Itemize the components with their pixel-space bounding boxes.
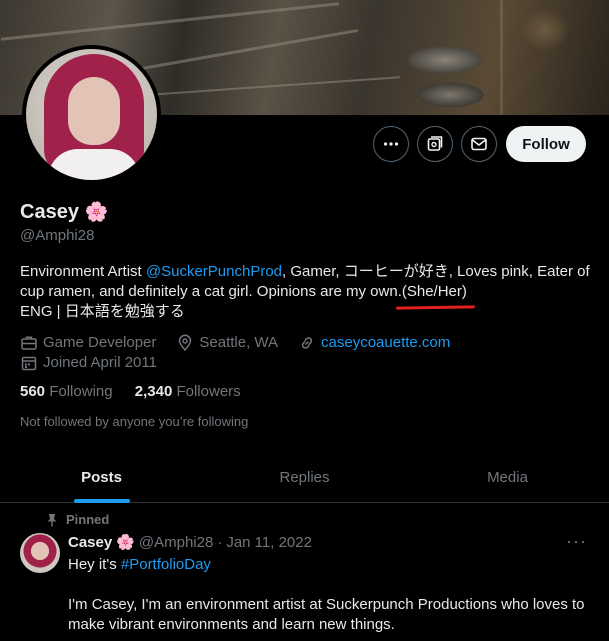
followed-by-note: Not followed by anyone you’re following	[20, 414, 249, 429]
location-pin-icon	[179, 334, 192, 352]
join-date: Joined April 2011	[20, 353, 157, 373]
tweet-line-1: Hey it's	[68, 556, 121, 573]
subscribe-button[interactable]	[417, 126, 453, 162]
separator: ·	[217, 533, 223, 551]
pronouns: (She/Her)	[395, 282, 475, 310]
following-label: Following	[49, 383, 113, 400]
briefcase-icon	[21, 336, 37, 350]
cherry-blossom-emoji: 🌸	[84, 202, 109, 223]
followers-link[interactable]: 2,340 Followers	[135, 383, 241, 400]
profile-handle: @Amphi28	[20, 227, 95, 244]
profile-bio: Environment Artist @SuckerPunchProd, Gam…	[20, 262, 595, 322]
display-name: Casey	[20, 201, 79, 223]
follow-button[interactable]: Follow	[506, 126, 586, 162]
tab-media-label: Media	[487, 468, 528, 486]
location: Seattle, WA	[176, 333, 278, 353]
tweet-more-icon[interactable]: ···	[566, 531, 587, 552]
more-options-button[interactable]	[373, 126, 409, 162]
hashtag-link[interactable]: #PortfolioDay	[121, 556, 211, 573]
tab-replies[interactable]: Replies	[203, 452, 406, 502]
tab-media[interactable]: Media	[406, 452, 609, 502]
pronouns-text: (She/Her)	[401, 283, 467, 300]
following-link[interactable]: 560 Following	[20, 383, 113, 400]
category: Game Developer	[20, 333, 156, 353]
tweet-avatar[interactable]	[20, 533, 60, 573]
website-link[interactable]: caseycoauette.com	[321, 333, 450, 353]
tweet-body: I'm Casey, I'm an environment artist at …	[68, 596, 585, 633]
tab-replies-label: Replies	[279, 468, 330, 486]
tweet-author-handle[interactable]: @Amphi28	[139, 534, 213, 551]
joined-text: Joined April 2011	[43, 354, 157, 371]
tab-posts-label: Posts	[81, 468, 122, 486]
tab-posts[interactable]: Posts	[0, 452, 203, 503]
followers-count: 2,340	[134, 383, 173, 400]
follow-counts: 560 Following 2,340 Followers	[20, 383, 259, 400]
followers-label: Followers	[176, 383, 241, 400]
cherry-blossom-emoji: 🌸	[116, 534, 135, 551]
pinned-label: Pinned	[66, 512, 110, 527]
location-text: Seattle, WA	[199, 334, 279, 351]
calendar-icon	[21, 356, 37, 371]
category-text: Game Developer	[43, 334, 157, 351]
website[interactable]: caseycoauette.com	[298, 333, 450, 353]
red-underline-annotation	[395, 305, 475, 310]
profile-tabs: Posts Replies Media	[0, 452, 609, 503]
subscription-icon	[427, 136, 443, 151]
message-button[interactable]	[461, 126, 497, 162]
pinned-indicator: Pinned	[46, 512, 109, 527]
following-count: 560	[20, 383, 46, 400]
bio-text: Environment Artist	[20, 263, 146, 280]
more-icon	[383, 142, 399, 146]
link-icon	[301, 337, 313, 349]
tweet-header: Casey 🌸 @Amphi28 · Jan 11, 2022	[68, 533, 312, 552]
profile-name: Casey 🌸	[20, 200, 108, 224]
pin-icon	[47, 513, 57, 526]
profile-meta: Game Developer Seattle, WA caseycoauette…	[20, 333, 464, 373]
envelope-icon	[471, 137, 487, 151]
pinned-tweet[interactable]: Pinned Casey 🌸 @Amphi28 · Jan 11, 2022 ·…	[0, 503, 609, 641]
profile-avatar[interactable]	[22, 45, 161, 184]
tweet-text: Hey it's #PortfolioDay I'm Casey, I'm an…	[68, 555, 608, 635]
bio-line-2: ENG | 日本語を勉強する	[20, 303, 185, 320]
bio-mention-link[interactable]: @SuckerPunchProd	[146, 263, 282, 280]
tweet-date[interactable]: Jan 11, 2022	[226, 534, 312, 551]
tweet-author-name[interactable]: Casey	[68, 534, 112, 551]
